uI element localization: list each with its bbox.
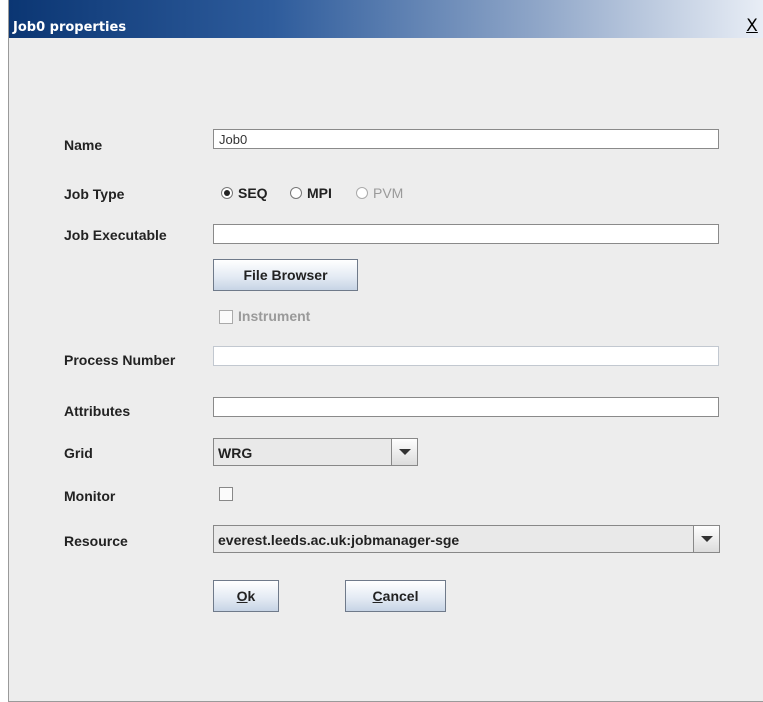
job-properties-dialog: Job0 properties X Name Job0 Job Type SEQ… [8, 0, 763, 702]
ok-button[interactable]: Ok [213, 580, 279, 612]
close-button[interactable]: X [743, 17, 761, 35]
grid-dropdown[interactable]: WRG [213, 438, 418, 466]
monitor-label: Monitor [64, 488, 116, 504]
job-type-radio-mpi[interactable]: MPI [290, 183, 332, 203]
process-number-field [213, 346, 719, 366]
ok-label-rest: k [247, 588, 256, 604]
resource-dropdown[interactable]: everest.leeds.ac.uk:jobmanager-sge [213, 525, 720, 553]
job-executable-label: Job Executable [64, 227, 167, 243]
job-type-radio-pvm: PVM [356, 183, 403, 203]
radio-label-mpi: MPI [307, 185, 332, 201]
resource-label: Resource [64, 533, 128, 549]
instrument-checkbox [219, 310, 233, 324]
cancel-button[interactable]: Cancel [345, 580, 446, 612]
job-type-label: Job Type [64, 186, 125, 202]
chevron-down-icon[interactable] [391, 439, 417, 465]
grid-selected-value: WRG [218, 445, 253, 461]
job-type-radio-seq[interactable]: SEQ [221, 183, 268, 203]
attributes-label: Attributes [64, 403, 131, 419]
title-bar[interactable]: Job0 properties [9, 0, 763, 38]
cancel-label-rest: ancel [382, 588, 419, 604]
job-executable-field[interactable] [213, 224, 719, 244]
radio-indicator [356, 187, 368, 199]
cancel-mnemonic: C [372, 588, 383, 604]
attributes-field[interactable] [213, 397, 719, 417]
process-number-label: Process Number [64, 352, 176, 368]
radio-label-pvm: PVM [373, 185, 404, 201]
resource-selected-value: everest.leeds.ac.uk:jobmanager-sge [218, 532, 460, 548]
chevron-down-icon[interactable] [693, 526, 719, 552]
instrument-label: Instrument [238, 308, 311, 324]
file-browser-button[interactable]: File Browser [213, 259, 358, 291]
monitor-checkbox[interactable] [219, 487, 233, 501]
radio-selected-indicator [221, 187, 233, 199]
ok-mnemonic: O [236, 588, 248, 604]
name-field[interactable]: Job0 [213, 129, 719, 149]
name-label: Name [64, 137, 103, 153]
dialog-title: Job0 properties [13, 20, 127, 35]
grid-label: Grid [64, 445, 93, 461]
radio-label-seq: SEQ [238, 185, 268, 201]
radio-indicator [290, 187, 302, 199]
